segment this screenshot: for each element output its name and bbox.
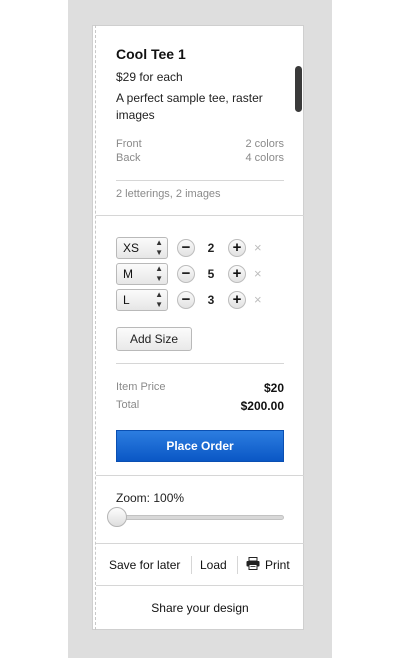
size-row-l: L ▲ ▼ − 3 + × <box>116 289 276 311</box>
remove-size-icon[interactable]: × <box>254 263 262 285</box>
product-title: Cool Tee 1 <box>116 46 186 62</box>
size-select-value: M <box>123 267 133 281</box>
print-link[interactable]: Print <box>265 558 290 572</box>
zoom-section: Zoom: 100% <box>96 476 304 544</box>
quantity-value: 2 <box>207 241 215 255</box>
save-for-later-link[interactable]: Save for later <box>109 558 180 572</box>
spec-label: Front <box>116 138 142 150</box>
increase-button[interactable]: + <box>228 265 246 283</box>
size-select[interactable]: XS ▲ ▼ <box>116 237 168 259</box>
quantity-value: 5 <box>207 267 215 281</box>
item-price-row: Item Price $20 <box>116 381 284 395</box>
size-row-m: M ▲ ▼ − 5 + × <box>116 263 276 285</box>
zoom-slider-thumb[interactable] <box>107 507 127 527</box>
load-link[interactable]: Load <box>200 558 227 572</box>
item-price-value: $20 <box>263 381 284 395</box>
size-select-value: L <box>123 293 130 307</box>
spec-value: 4 colors <box>245 152 284 164</box>
divider <box>116 180 284 181</box>
product-description: A perfect sample tee, raster images <box>116 91 263 122</box>
size-row-xs: XS ▲ ▼ − 2 + × <box>116 237 276 259</box>
divider <box>191 556 192 574</box>
item-price-label: Item Price <box>116 381 166 393</box>
size-select[interactable]: L ▲ ▼ <box>116 289 168 311</box>
add-size-button[interactable]: Add Size <box>116 327 192 351</box>
remove-size-icon[interactable]: × <box>254 289 262 311</box>
divider <box>237 556 238 574</box>
design-actions: Save for later Load Print <box>96 544 304 586</box>
increase-button[interactable]: + <box>228 291 246 309</box>
product-price: $29 for each <box>116 70 183 84</box>
scrollbar-thumb[interactable] <box>295 66 302 112</box>
select-arrows-icon: ▲ ▼ <box>155 290 163 309</box>
size-select[interactable]: M ▲ ▼ <box>116 263 168 285</box>
spec-value: 2 colors <box>245 138 284 150</box>
total-label: Total <box>116 399 140 411</box>
printer-icon[interactable] <box>246 557 260 575</box>
decrease-button[interactable]: − <box>177 291 195 309</box>
decrease-button[interactable]: − <box>177 265 195 283</box>
total-value: $200.00 <box>240 399 284 413</box>
design-summary: 2 letterings, 2 images <box>116 188 221 200</box>
quantity-value: 3 <box>207 293 215 307</box>
divider <box>116 363 284 364</box>
zoom-slider-track[interactable] <box>116 515 284 520</box>
product-summary: Cool Tee 1 $29 for each A perfect sample… <box>96 25 304 216</box>
share-design-link[interactable]: Share your design <box>96 601 304 615</box>
size-select-value: XS <box>123 241 140 255</box>
share-section: Share your design <box>96 586 304 630</box>
increase-button[interactable]: + <box>228 239 246 257</box>
select-arrows-icon: ▲ ▼ <box>155 264 163 283</box>
remove-size-icon[interactable]: × <box>254 237 262 259</box>
zoom-label: Zoom: 100% <box>116 491 185 505</box>
spec-label: Back <box>116 152 141 164</box>
total-row: Total $200.00 <box>116 399 284 413</box>
size-quantity-section: XS ▲ ▼ − 2 + × M ▲ ▼ − 5 + × L ▲ ▼ − 3 + × … <box>96 216 304 476</box>
decrease-button[interactable]: − <box>177 239 195 257</box>
place-order-button[interactable]: Place Order <box>116 430 284 462</box>
select-arrows-icon: ▲ ▼ <box>155 238 163 257</box>
